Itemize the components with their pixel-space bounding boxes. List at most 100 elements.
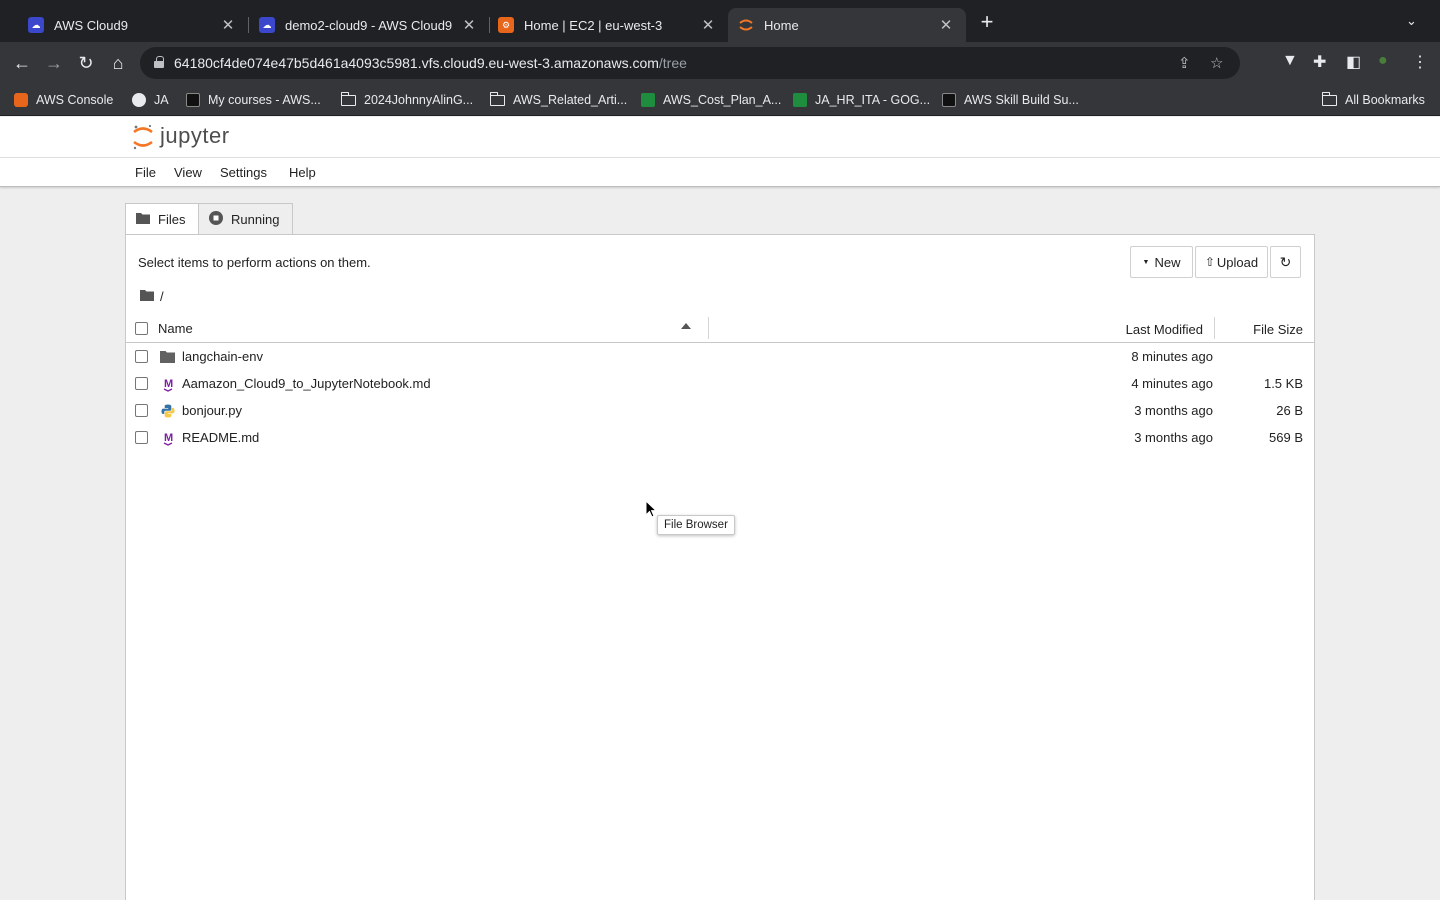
- new-button[interactable]: ▼ New: [1130, 246, 1193, 278]
- new-tab-button[interactable]: +: [976, 11, 998, 34]
- jupyter-logo-icon: [132, 123, 154, 150]
- profile-avatar-icon[interactable]: ●: [1378, 52, 1388, 70]
- folder-icon[interactable]: [140, 289, 154, 304]
- browser-tab-home[interactable]: Home ✕: [728, 8, 966, 42]
- column-resize-handle[interactable]: [1214, 317, 1215, 339]
- jupyter-logo-text: jupyter: [160, 123, 230, 148]
- lock-icon[interactable]: [154, 56, 164, 68]
- close-tab-icon[interactable]: ✕: [218, 16, 238, 34]
- menu-file[interactable]: File: [135, 165, 156, 180]
- file-list-header: Name Last Modified File Size: [126, 315, 1314, 343]
- close-tab-icon[interactable]: ✕: [698, 16, 718, 34]
- column-resize-handle[interactable]: [708, 317, 709, 339]
- bookmark-label: AWS_Related_Arti...: [513, 93, 628, 107]
- tab-title: Home | EC2 | eu-west-3: [524, 17, 663, 33]
- bookmark-aws-related[interactable]: AWS_Related_Arti...: [489, 91, 628, 109]
- bookmark-my-courses[interactable]: My courses - AWS...: [186, 91, 321, 109]
- address-bar[interactable]: 64180cf4de074e47b5d461a4093c5981.vfs.clo…: [140, 47, 1240, 79]
- breadcrumb-root[interactable]: /: [160, 289, 164, 304]
- close-tab-icon[interactable]: ✕: [936, 16, 956, 34]
- tab-search-chevron-icon[interactable]: ⌄: [1406, 13, 1417, 29]
- file-size: 569 B: [1269, 430, 1303, 445]
- tab-title: AWS Cloud9: [54, 17, 128, 33]
- bookmark-label: 2024JohnnyAlinG...: [364, 93, 474, 107]
- tab-title: demo2-cloud9 - AWS Cloud9: [285, 17, 453, 33]
- browser-tab-aws-cloud9[interactable]: ☁ AWS Cloud9 ✕: [8, 8, 248, 42]
- caret-down-icon: ▼: [1142, 258, 1150, 266]
- menu-bar: File View Settings Help: [0, 158, 1440, 187]
- menu-view[interactable]: View: [174, 165, 202, 180]
- bookmark-label: JA_HR_ITA - GOG...: [815, 93, 931, 107]
- file-row[interactable]: bonjour.py 3 months ago 26 B: [126, 397, 1314, 424]
- row-checkbox[interactable]: [135, 377, 148, 390]
- file-modified: 4 minutes ago: [1131, 376, 1213, 391]
- new-button-label: New: [1154, 254, 1181, 270]
- breadcrumb: /: [140, 289, 164, 304]
- folder-icon: [340, 91, 356, 106]
- aws-icon: [186, 93, 200, 107]
- bookmark-aws-cost-plan[interactable]: AWS_Cost_Plan_A...: [641, 91, 781, 109]
- extensions-puzzle-icon[interactable]: ✚: [1313, 52, 1326, 72]
- vimium-extension-icon[interactable]: ▼: [1282, 52, 1298, 70]
- url-text[interactable]: 64180cf4de074e47b5d461a4093c5981.vfs.clo…: [174, 55, 687, 71]
- folder-icon: [1321, 91, 1337, 106]
- browser-tab-demo2-cloud9[interactable]: ☁ demo2-cloud9 - AWS Cloud9 ✕: [249, 8, 489, 42]
- back-icon[interactable]: ←: [10, 51, 34, 75]
- markdown-icon: M: [160, 376, 176, 392]
- close-tab-icon[interactable]: ✕: [459, 16, 479, 34]
- bookmark-aws-console[interactable]: AWS Console: [14, 91, 113, 109]
- upload-button[interactable]: ⇧ Upload: [1195, 246, 1268, 278]
- refresh-button[interactable]: ↻: [1270, 246, 1301, 278]
- file-row[interactable]: M README.md 3 months ago 569 B: [126, 424, 1314, 451]
- share-icon[interactable]: ⇪: [1178, 54, 1191, 72]
- menu-help[interactable]: Help: [289, 165, 316, 180]
- file-name[interactable]: langchain-env: [182, 349, 263, 364]
- refresh-icon: ↻: [1279, 253, 1292, 270]
- cloud9-icon: ☁: [259, 17, 275, 33]
- column-file-size[interactable]: File Size: [1253, 322, 1303, 337]
- file-row[interactable]: langchain-env 8 minutes ago: [126, 343, 1314, 370]
- tab-files-label: Files: [158, 211, 186, 227]
- aws-icon: [14, 93, 28, 107]
- bookmark-ja[interactable]: JA: [132, 91, 169, 109]
- bookmarks-bar: AWS Console JA My courses - AWS... 2024J…: [0, 84, 1440, 116]
- bookmark-aws-skill-build[interactable]: AWS Skill Build Su...: [942, 91, 1079, 109]
- bookmark-ja-hr-ita[interactable]: JA_HR_ITA - GOG...: [793, 91, 930, 109]
- tab-files[interactable]: Files: [125, 203, 199, 235]
- forward-icon[interactable]: →: [42, 51, 66, 75]
- bookmark-label: All Bookmarks: [1345, 93, 1425, 107]
- browser-tab-strip: ☁ AWS Cloud9 ✕ ☁ demo2-cloud9 - AWS Clou…: [0, 0, 1440, 42]
- row-checkbox[interactable]: [135, 404, 148, 417]
- bookmark-2024johnny[interactable]: 2024JohnnyAlinG...: [340, 91, 474, 109]
- globe-icon: [132, 93, 146, 107]
- tab-running-label: Running: [231, 211, 280, 227]
- file-row[interactable]: M Aamazon_Cloud9_to_JupyterNotebook.md 4…: [126, 370, 1314, 397]
- reload-icon[interactable]: ↻: [74, 51, 98, 75]
- jupyter-icon: [738, 17, 754, 33]
- browser-menu-icon[interactable]: ⋮: [1412, 52, 1428, 72]
- column-last-modified[interactable]: Last Modified: [1126, 322, 1203, 337]
- file-modified: 3 months ago: [1134, 403, 1213, 418]
- sort-ascending-icon[interactable]: [681, 323, 691, 329]
- row-checkbox[interactable]: [135, 350, 148, 363]
- bookmark-star-icon[interactable]: ☆: [1210, 54, 1223, 72]
- file-name[interactable]: Aamazon_Cloud9_to_JupyterNotebook.md: [182, 376, 431, 391]
- side-panel-icon[interactable]: ◧: [1346, 52, 1361, 72]
- folder-icon: [489, 91, 505, 106]
- jupyter-logo[interactable]: jupyter: [132, 123, 230, 150]
- column-name[interactable]: Name: [158, 321, 193, 336]
- menu-settings[interactable]: Settings: [220, 165, 267, 180]
- select-all-checkbox[interactable]: [135, 322, 148, 335]
- row-checkbox[interactable]: [135, 431, 148, 444]
- file-name[interactable]: README.md: [182, 430, 259, 445]
- upload-button-label: Upload: [1216, 254, 1259, 270]
- cloud9-icon: ☁: [28, 17, 44, 33]
- file-name[interactable]: bonjour.py: [182, 403, 242, 418]
- tab-running[interactable]: Running: [198, 203, 293, 235]
- selection-hint: Select items to perform actions on them.: [138, 255, 371, 270]
- upload-icon: ⇧: [1204, 255, 1215, 269]
- all-bookmarks[interactable]: All Bookmarks: [1321, 91, 1425, 109]
- tab-title: Home: [764, 17, 799, 33]
- browser-tab-ec2[interactable]: ⚙ Home | EC2 | eu-west-3 ✕: [490, 8, 728, 42]
- home-icon[interactable]: ⌂: [106, 51, 130, 75]
